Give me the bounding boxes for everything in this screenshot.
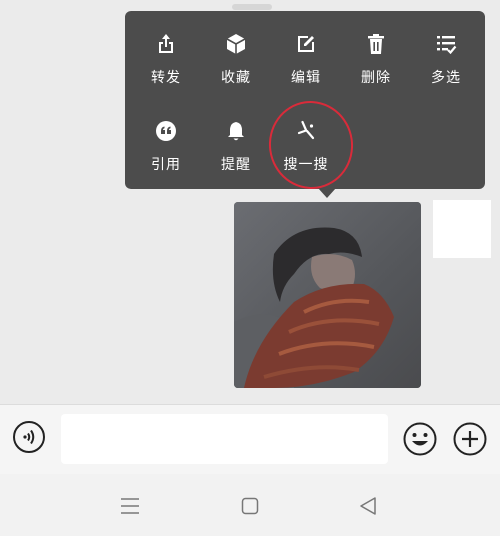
add-button[interactable] [453,422,487,456]
add-icon [453,422,487,456]
menu-item-multi-select[interactable]: 多选 [411,25,481,95]
menu-item-label: 编辑 [291,70,321,86]
home-square-icon[interactable] [241,497,259,515]
multi-select-icon [437,36,457,55]
menu-item-label: 删除 [361,70,391,86]
menu-item-favorite[interactable]: 收藏 [201,25,271,95]
voice-button[interactable] [13,421,45,453]
menu-item-forward[interactable]: 转发 [131,25,201,95]
menu-item-label: 转发 [151,70,181,86]
menu-item-delete[interactable]: 删除 [341,25,411,95]
trash-icon [368,34,384,54]
edit-icon [298,36,314,52]
voice-icon [23,429,35,445]
bell-icon [228,122,244,141]
favorite-cube-icon [226,34,246,54]
image-message[interactable] [234,202,421,388]
menu-item-remind[interactable]: 提醒 [201,112,271,182]
message-input[interactable] [61,414,388,464]
photo-thumbnail [234,202,421,388]
emoji-icon [403,422,437,456]
top-hint [232,4,272,10]
menu-item-label: 收藏 [221,70,251,86]
menu-item-label: 引用 [151,157,181,173]
menu-item-label: 提醒 [221,157,251,173]
menu-item-edit[interactable]: 编辑 [271,25,341,95]
menu-caret [318,188,336,198]
share-icon [159,34,173,53]
menu-item-quote[interactable]: 引用 [131,112,201,182]
quote-icon [156,121,176,141]
back-triangle-icon[interactable] [359,496,377,516]
sender-avatar[interactable] [433,200,491,258]
menu-icon[interactable] [120,497,140,515]
menu-item-label: 多选 [431,70,461,86]
emoji-button[interactable] [403,422,437,456]
